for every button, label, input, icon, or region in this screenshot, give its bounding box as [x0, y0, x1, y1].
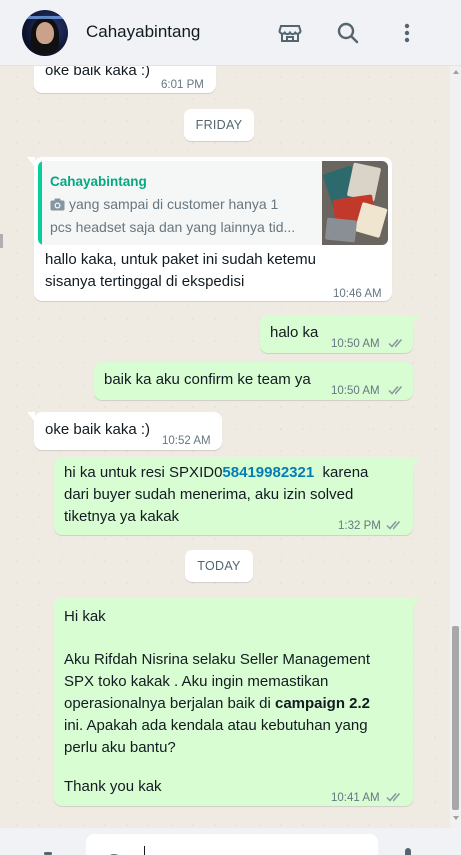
- quoted-message[interactable]: Cahayabintang yang sampai di customer ha…: [38, 161, 388, 245]
- message-time: 10:50 AM: [331, 385, 380, 397]
- message-incoming-reply[interactable]: Cahayabintang yang sampai di customer ha…: [27, 157, 392, 301]
- message-outgoing[interactable]: halo ka 10:50 AM: [260, 315, 420, 353]
- message-text: Thank you kak: [64, 778, 162, 795]
- message-text: operasionalnya berjalan baik di: [64, 695, 275, 712]
- quoted-text-line: pcs headset saja dan yang lainnya tid...: [50, 219, 296, 235]
- message-time: 10:46 AM: [333, 288, 382, 300]
- more-vertical-icon[interactable]: [394, 20, 420, 46]
- quoted-sender: Cahayabintang: [50, 174, 147, 189]
- chat-header: Cahayabintang: [0, 0, 461, 66]
- read-receipt-icon: [386, 516, 404, 530]
- read-receipt-icon: [386, 788, 404, 802]
- message-incoming[interactable]: oke baik kaka :) 10:52 AM: [27, 412, 222, 450]
- camera-icon: [50, 198, 65, 211]
- message-text: Aku Rifdah Nisrina selaku Seller Managem…: [64, 651, 370, 668]
- tracking-number-link[interactable]: 58419982321: [222, 464, 314, 481]
- quoted-photo-thumbnail[interactable]: [322, 161, 388, 245]
- contact-avatar[interactable]: [22, 10, 68, 56]
- message-composer: [0, 828, 461, 855]
- date-separator: FRIDAY: [184, 109, 254, 141]
- read-receipt-icon: [388, 334, 406, 348]
- message-text: SPX toko kakak . Aku ingin memastikan: [64, 673, 329, 690]
- message-text: hallo kaka, untuk paket ini sudah ketemu: [45, 251, 317, 268]
- message-time: 10:52 AM: [162, 435, 211, 447]
- message-text: ini. Apakah ada kendala atau kebutuhan y…: [64, 717, 368, 734]
- message-list[interactable]: oke baik kaka :) 6:01 PM FRIDAY Cahayabi…: [6, 66, 450, 828]
- read-receipt-icon: [388, 381, 406, 395]
- message-text: baik ka aku confirm ke team ya: [104, 371, 311, 388]
- quoted-text-line: yang sampai di customer hanya 1: [69, 196, 279, 212]
- message-outgoing[interactable]: baik ka aku confirm ke team ya 10:50 AM: [94, 362, 413, 400]
- text-cursor: [144, 846, 145, 855]
- window-edge-marker: [0, 234, 3, 248]
- message-text: Hi kak: [64, 608, 106, 625]
- message-time: 10:41 AM: [331, 792, 380, 804]
- message-text: sisanya tertinggal di ekspedisi: [45, 273, 245, 290]
- message-input[interactable]: [86, 834, 378, 855]
- whatsapp-chat-window: Cahayabintang oke baik kaka:) 6:01 PM F…: [0, 0, 461, 855]
- scroll-down-arrow-icon[interactable]: [453, 816, 459, 820]
- campaign-name: campaign 2.2: [274, 695, 371, 712]
- date-separator: TODAY: [185, 550, 253, 582]
- message-outgoing[interactable]: hi ka untuk resi SPXID058419982321 karen…: [54, 457, 420, 535]
- message-text: oke baik kaka :): [45, 421, 151, 438]
- message-text: perlu aku bantu?: [64, 739, 176, 756]
- message-time: 1:32 PM: [338, 520, 381, 532]
- search-icon[interactable]: [335, 20, 361, 46]
- scrollbar-thumb[interactable]: [452, 626, 459, 810]
- scroll-up-arrow-icon[interactable]: [453, 70, 459, 74]
- message-text: oke baik kaka :): [45, 66, 151, 79]
- message-time: 6:01 PM: [161, 79, 204, 91]
- mic-icon[interactable]: [398, 846, 418, 855]
- message-text: hi ka untuk resi SPXID0: [64, 464, 223, 481]
- message-incoming[interactable]: oke baik kaka :) 6:01 PM: [34, 66, 216, 93]
- message-time: 10:50 AM: [331, 338, 380, 350]
- message-text: halo ka: [270, 324, 319, 341]
- message-outgoing[interactable]: Hi kak Aku Rifdah Nisrina selaku Seller …: [54, 598, 420, 806]
- message-text: dari buyer sudah menerima, aku izin solv…: [64, 486, 354, 503]
- contact-name[interactable]: Cahayabintang: [86, 22, 200, 42]
- message-text: karena: [314, 464, 369, 481]
- message-text: tiketnya ya kakak: [64, 508, 180, 525]
- chat-scrollbar[interactable]: [450, 66, 461, 828]
- shop-icon[interactable]: [277, 20, 303, 46]
